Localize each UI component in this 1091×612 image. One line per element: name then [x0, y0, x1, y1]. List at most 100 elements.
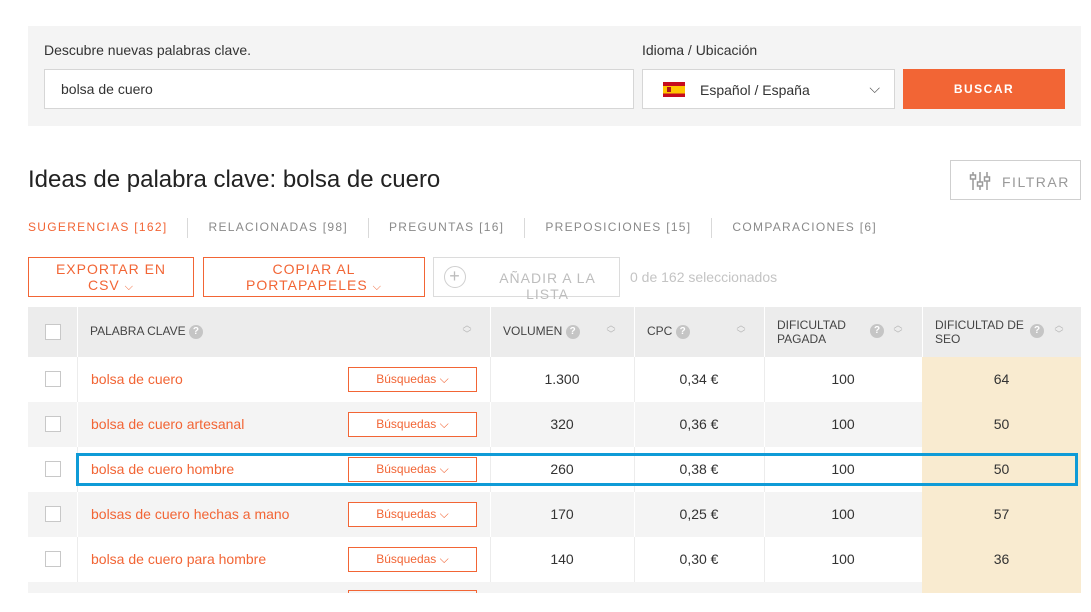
selected-count: 0 de 162 seleccionados: [630, 269, 778, 285]
seo-difficulty-cell: 50: [922, 402, 1081, 447]
table-row-partial: [28, 582, 1081, 593]
chevron-down-icon: ⌵: [372, 280, 382, 293]
cpc-cell: 0,25 €: [679, 506, 719, 522]
header-seo-difficulty-label-1: DIFICULTAD DE: [935, 318, 1024, 332]
sort-icon[interactable]: ︿ ﹀: [605, 321, 617, 341]
tab-comparaciones[interactable]: COMPARACIONES [6]: [711, 218, 897, 238]
header-keyword-label: PALABRA CLAVE: [90, 324, 186, 338]
language-location-select[interactable]: Español / España ⌵: [642, 69, 895, 109]
row-checkbox[interactable]: [45, 506, 61, 522]
add-to-list-button[interactable]: + AÑADIR A LA LISTA: [433, 257, 620, 302]
result-tabs: SUGERENCIAS [162] RELACIONADAS [98] PREG…: [28, 218, 897, 238]
row-checkbox[interactable]: [45, 416, 61, 432]
header-cpc-label: CPC: [647, 324, 673, 338]
cpc-cell: 0,36 €: [679, 416, 719, 432]
language-location-label: Idioma / Ubicación: [642, 42, 758, 58]
tab-preguntas[interactable]: PREGUNTAS [16]: [367, 218, 524, 238]
filter-label: FILTRAR: [1002, 174, 1070, 190]
searches-dropdown-button[interactable]: Búsquedas ⌵: [348, 457, 477, 482]
keyword-link[interactable]: bolsa de cuero para hombre: [91, 537, 266, 582]
chevron-down-icon: ⌵: [124, 280, 135, 293]
tab-preposiciones[interactable]: PREPOSICIONES [15]: [524, 218, 711, 238]
paid-difficulty-cell: 100: [831, 551, 855, 567]
searches-label: Búsquedas: [376, 417, 437, 431]
seo-difficulty-cell: 36: [922, 537, 1081, 582]
searches-dropdown-button[interactable]: [348, 590, 477, 593]
volume-cell: 320: [550, 416, 574, 432]
searches-dropdown-button[interactable]: Búsquedas ⌵: [348, 502, 477, 527]
keyword-label: Descubre nuevas palabras clave.: [44, 42, 252, 58]
question-icon: ?: [870, 324, 884, 338]
sort-icon[interactable]: ︿ ﹀: [461, 321, 473, 341]
header-cpc-text: CPC ?: [647, 324, 690, 339]
table-row: bolsa de cuero para hombre Búsquedas ⌵ 1…: [28, 537, 1081, 582]
searches-label: Búsquedas: [376, 507, 437, 521]
volume-cell: 260: [550, 461, 574, 477]
plus-circle-icon: +: [444, 266, 466, 288]
seo-difficulty-cell: 57: [922, 492, 1081, 537]
keyword-search-input[interactable]: bolsa de cuero: [44, 69, 634, 109]
copy-clipboard-label: COPIAR AL PORTAPAPELES: [246, 260, 368, 293]
search-button[interactable]: BUSCAR: [903, 69, 1065, 109]
select-all-checkbox[interactable]: [45, 324, 61, 340]
row-checkbox[interactable]: [45, 461, 61, 477]
question-icon: ?: [1030, 324, 1044, 338]
table-row: bolsa de cuero artesanal Búsquedas ⌵ 320…: [28, 402, 1081, 447]
header-volume-label: VOLUMEN: [503, 324, 563, 338]
header-volume[interactable]: VOLUMEN ? ︿ ﹀: [490, 307, 634, 357]
sort-icon[interactable]: ︿ ﹀: [1053, 321, 1065, 341]
keyword-link[interactable]: bolsa de cuero: [91, 357, 183, 402]
header-seo-difficulty[interactable]: DIFICULTAD DE SEO ? ︿ ﹀: [922, 307, 1081, 357]
keyword-link[interactable]: bolsa de cuero artesanal: [91, 402, 244, 447]
cpc-cell: 0,38 €: [679, 461, 719, 477]
table-row: bolsas de cuero hechas a mano Búsquedas …: [28, 492, 1081, 537]
header-keyword-text: PALABRA CLAVE ?: [90, 324, 203, 339]
seo-difficulty-cell: 50: [922, 447, 1081, 492]
question-icon: ?: [188, 324, 203, 339]
searches-dropdown-button[interactable]: Búsquedas ⌵: [348, 367, 477, 392]
searches-label: Búsquedas: [376, 552, 437, 566]
page-title: Ideas de palabra clave: bolsa de cuero: [28, 166, 441, 193]
column-divider: [77, 492, 78, 537]
paid-difficulty-cell: 100: [831, 416, 855, 432]
column-divider: [77, 402, 78, 447]
tab-relacionadas[interactable]: RELACIONADAS [98]: [187, 218, 367, 238]
header-paid-difficulty[interactable]: DIFICULTAD PAGADA ? ︿ ﹀: [764, 307, 922, 357]
header-seo-difficulty-label-2: SEO: [935, 332, 961, 346]
header-cpc[interactable]: CPC ? ︿ ﹀: [634, 307, 764, 357]
searches-dropdown-button[interactable]: Búsquedas ⌵: [348, 547, 477, 572]
searches-label: Búsquedas: [376, 462, 437, 476]
paid-difficulty-cell: 100: [831, 461, 855, 477]
export-csv-label: EXPORTAR EN CSV: [55, 260, 167, 293]
volume-cell: 140: [550, 551, 574, 567]
seo-difficulty-cell: 64: [922, 357, 1081, 402]
row-checkbox[interactable]: [45, 371, 61, 387]
export-csv-button[interactable]: EXPORTAR EN CSV ⌵: [28, 257, 194, 297]
paid-difficulty-cell: 100: [831, 506, 855, 522]
row-checkbox[interactable]: [45, 551, 61, 567]
copy-clipboard-button[interactable]: COPIAR AL PORTAPAPELES ⌵: [203, 257, 425, 297]
header-seo-difficulty-text: DIFICULTAD DE SEO: [935, 318, 1024, 346]
language-location-value: Español / España: [700, 82, 810, 98]
question-icon: ?: [565, 324, 580, 339]
searches-dropdown-button[interactable]: Búsquedas ⌵: [348, 412, 477, 437]
seo-difficulty-cell: [922, 582, 1081, 593]
keyword-link[interactable]: bolsa de cuero hombre: [91, 447, 234, 492]
table-row: bolsa de cuero hombre Búsquedas ⌵ 260 0,…: [28, 447, 1081, 492]
paid-difficulty-cell: 100: [831, 371, 855, 387]
sort-icon[interactable]: ︿ ﹀: [892, 321, 904, 341]
column-divider: [77, 537, 78, 582]
chevron-down-icon: ⌵: [869, 80, 880, 96]
sort-icon[interactable]: ︿ ﹀: [735, 321, 747, 341]
header-keyword[interactable]: PALABRA CLAVE ? ︿ ﹀: [77, 307, 490, 357]
keyword-link[interactable]: bolsas de cuero hechas a mano: [91, 492, 289, 537]
cpc-cell: 0,34 €: [679, 371, 719, 387]
flag-spain-icon: [663, 82, 685, 97]
volume-cell: 170: [550, 506, 574, 522]
filter-button[interactable]: FILTRAR: [950, 160, 1081, 200]
question-icon: ?: [675, 324, 690, 339]
table-row: bolsa de cuero Búsquedas ⌵ 1.300 0,34 € …: [28, 357, 1081, 402]
volume-cell: 1.300: [544, 371, 580, 387]
search-panel: Descubre nuevas palabras clave. bolsa de…: [28, 26, 1081, 126]
tab-sugerencias[interactable]: SUGERENCIAS [162]: [28, 218, 187, 238]
